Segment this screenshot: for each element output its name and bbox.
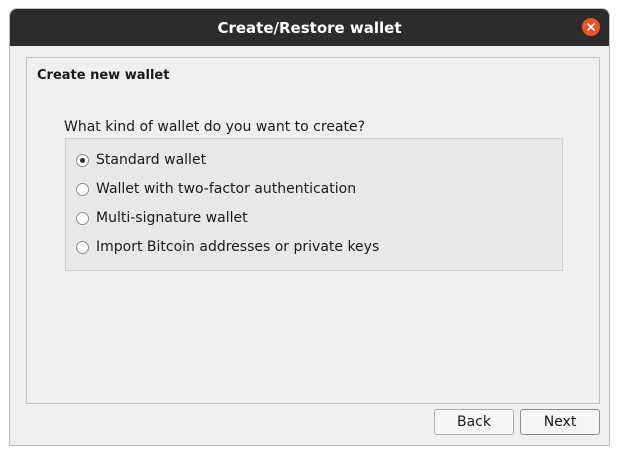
wallet-type-options: Standard wallet Wallet with two-factor a… xyxy=(65,138,563,271)
page-heading: Create new wallet xyxy=(37,68,170,83)
option-import-keys[interactable]: Import Bitcoin addresses or private keys xyxy=(76,239,379,255)
window-title: Create/Restore wallet xyxy=(217,18,402,37)
next-button[interactable]: Next xyxy=(520,409,600,435)
option-multisig-wallet[interactable]: Multi-signature wallet xyxy=(76,210,248,226)
wallet-type-question: What kind of wallet do you want to creat… xyxy=(64,119,366,135)
option-label: Multi-signature wallet xyxy=(96,210,248,226)
title-bar: Create/Restore wallet xyxy=(10,9,609,46)
option-label: Wallet with two-factor authentication xyxy=(96,181,357,197)
dialog-window: Create/Restore wallet Create new wallet … xyxy=(9,8,610,446)
back-button[interactable]: Back xyxy=(434,409,514,435)
option-label: Standard wallet xyxy=(96,152,207,168)
radio-button[interactable] xyxy=(76,182,89,196)
option-standard-wallet[interactable]: Standard wallet xyxy=(76,152,206,168)
option-label: Import Bitcoin addresses or private keys xyxy=(96,239,380,255)
option-two-factor-wallet[interactable]: Wallet with two-factor authentication xyxy=(76,181,356,197)
close-icon xyxy=(587,23,595,31)
content-panel: Create new wallet What kind of wallet do… xyxy=(26,57,600,404)
radio-button[interactable] xyxy=(76,240,89,254)
radio-button[interactable] xyxy=(76,211,89,225)
close-button[interactable] xyxy=(582,18,600,36)
radio-button-selected[interactable] xyxy=(76,153,89,167)
